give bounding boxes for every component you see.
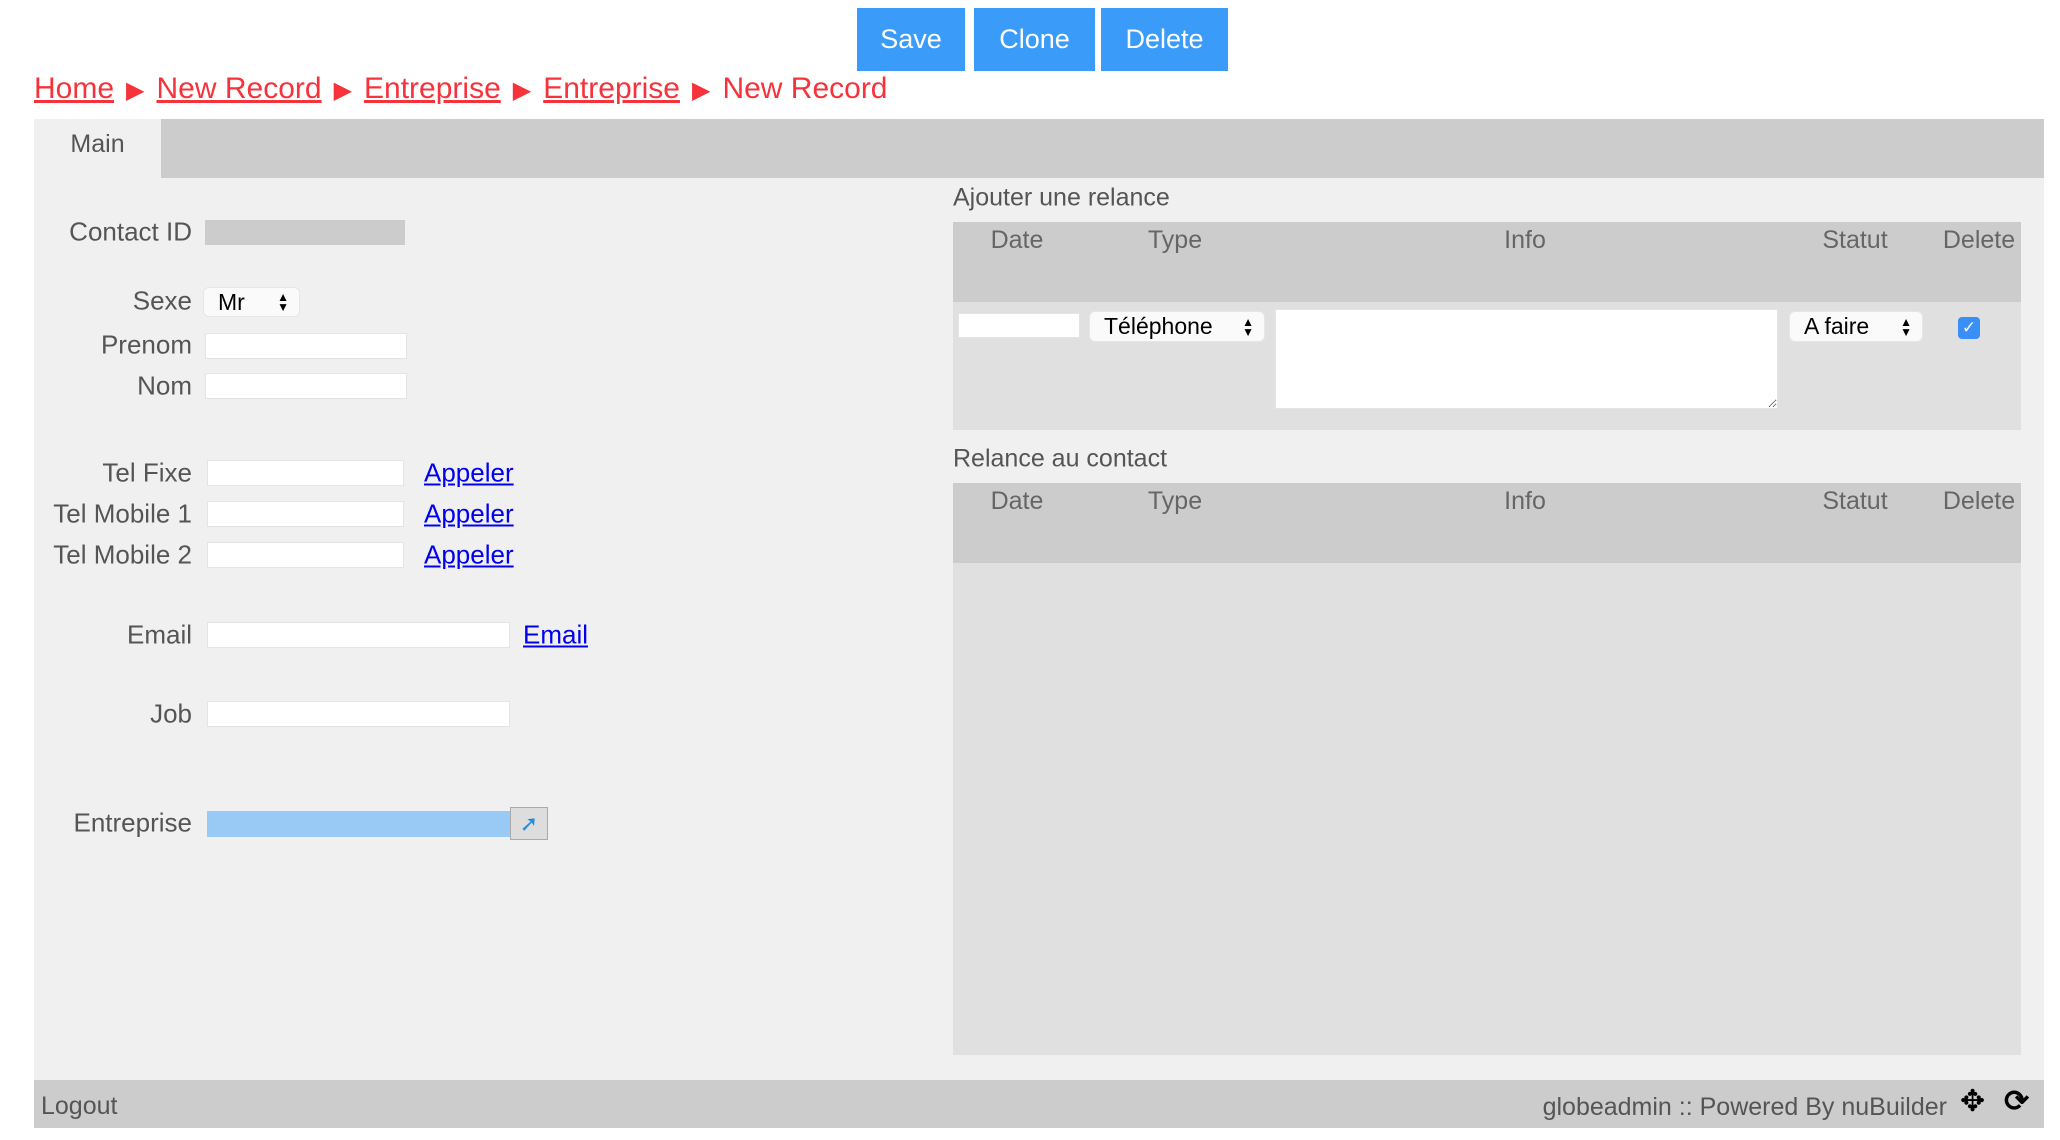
relance-statut-select[interactable]: A faire ▲ ▼ [1789, 311, 1923, 342]
col-date: Date [990, 487, 1044, 515]
select-arrows-icon: ▲ ▼ [277, 290, 289, 314]
select-arrows-icon: ▲ ▼ [1900, 314, 1912, 339]
breadcrumb-separator: ▶ [126, 77, 145, 104]
entreprise-label: Entreprise [73, 807, 193, 838]
col-date: Date [990, 226, 1044, 254]
save-button[interactable]: Save [857, 8, 965, 71]
relance-grid-body [953, 563, 2021, 1055]
breadcrumb: Home ▶ New Record ▶ Entreprise ▶ Entreprise ▶ Ne… [34, 72, 888, 106]
nom-label: Nom [137, 370, 192, 401]
contact-id-field [205, 220, 405, 245]
prenom-input[interactable] [205, 333, 407, 359]
col-type: Type [1147, 487, 1203, 515]
email-link[interactable]: Email [523, 620, 588, 651]
tel-fixe-input[interactable] [207, 460, 404, 486]
relance-delete-checkbox[interactable]: ✓ [1958, 317, 1980, 339]
relance-type-select[interactable]: Téléphone ▲ ▼ [1089, 311, 1265, 342]
tab-main[interactable]: Main [34, 119, 161, 178]
col-type: Type [1147, 226, 1203, 254]
breadcrumb-entreprise-2[interactable]: Entreprise [543, 72, 680, 105]
col-statut: Statut [1822, 226, 1888, 254]
email-input[interactable] [207, 622, 510, 648]
col-delete: Delete [1942, 487, 2016, 515]
entreprise-lookup-input[interactable] [207, 811, 510, 837]
breadcrumb-separator: ▶ [691, 77, 711, 104]
col-info: Info [1504, 487, 1546, 515]
breadcrumb-home[interactable]: Home [34, 72, 114, 105]
relance-grid-header: Date Type Info Statut Delete [953, 483, 2021, 563]
refresh-icon[interactable]: ⟳ [2004, 1084, 2029, 1119]
tab-bar [34, 119, 2044, 178]
tel-mobile-2-input[interactable] [207, 542, 404, 568]
tel-mobile-1-input[interactable] [207, 501, 404, 527]
breadcrumb-separator: ▶ [512, 77, 532, 104]
tel-fixe-call-link[interactable]: Appeler [424, 458, 514, 489]
breadcrumb-new-record[interactable]: New Record [157, 72, 322, 105]
job-input[interactable] [207, 701, 510, 727]
move-icon[interactable]: ✥ [1960, 1084, 1985, 1119]
sexe-value: Mr [218, 288, 245, 315]
tel-mobile-1-label: Tel Mobile 1 [53, 498, 192, 529]
nom-input[interactable] [205, 373, 407, 399]
relance-contact-title: Relance au contact [953, 444, 1168, 473]
relance-statut-value: A faire [1804, 313, 1870, 339]
col-delete: Delete [1942, 226, 2016, 254]
ajouter-grid-header: Date Type Info Statut Delete [953, 222, 2021, 302]
footer-status: globeadmin :: Powered By nuBuilder [1542, 1093, 1947, 1121]
col-info: Info [1504, 226, 1546, 254]
tel-mobile-2-label: Tel Mobile 2 [53, 539, 192, 570]
breadcrumb-entreprise[interactable]: Entreprise [364, 72, 501, 105]
select-arrows-icon: ▲ ▼ [1242, 314, 1254, 339]
sexe-label: Sexe [132, 285, 192, 316]
contact-id-label: Contact ID [69, 216, 192, 247]
tel-mobile-1-call-link[interactable]: Appeler [424, 499, 514, 530]
lookup-arrow-icon[interactable]: ➚ [510, 807, 548, 840]
clone-button[interactable]: Clone [974, 8, 1095, 71]
tel-fixe-label: Tel Fixe [102, 457, 192, 488]
job-label: Job [150, 698, 192, 729]
email-label: Email [126, 619, 192, 650]
relance-type-value: Téléphone [1104, 313, 1213, 339]
breadcrumb-current: New Record [722, 72, 888, 105]
relance-date-input[interactable] [958, 313, 1080, 338]
breadcrumb-separator: ▶ [333, 77, 353, 104]
tel-mobile-2-call-link[interactable]: Appeler [424, 540, 514, 571]
delete-button[interactable]: Delete [1101, 8, 1228, 71]
prenom-label: Prenom [100, 329, 192, 360]
sexe-select[interactable]: Mr ▲ ▼ [203, 287, 300, 317]
ajouter-relance-title: Ajouter une relance [953, 183, 1170, 212]
logout-link[interactable]: Logout [41, 1092, 117, 1121]
col-statut: Statut [1822, 487, 1888, 515]
relance-info-textarea[interactable] [1275, 309, 1778, 409]
